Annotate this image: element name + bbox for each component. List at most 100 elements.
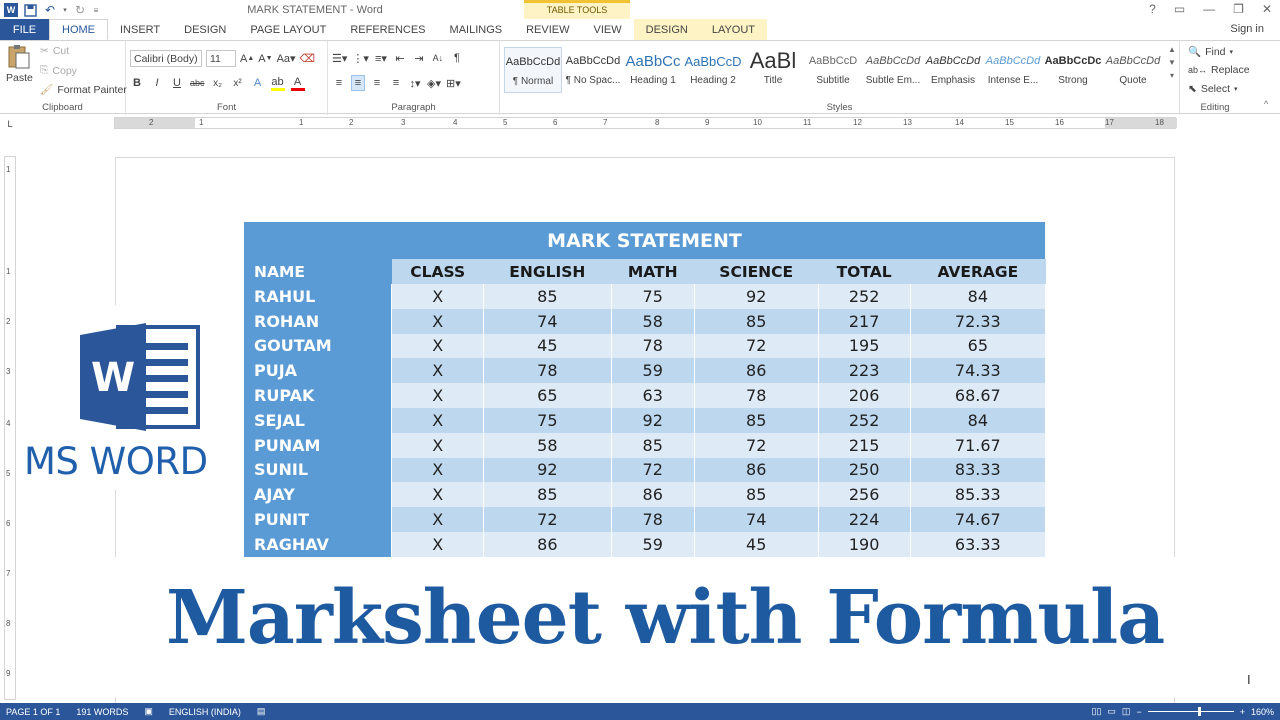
table-cell[interactable]: X [391, 407, 485, 433]
tab-table-layout[interactable]: LAYOUT [699, 19, 768, 40]
sign-in-link[interactable]: Sign in [1230, 23, 1264, 35]
find-button[interactable]: 🔍 Find ▾ [1188, 45, 1233, 59]
language-indicator[interactable]: ENGLISH (INDIA) [169, 707, 241, 717]
align-left-icon[interactable]: ≡ [332, 75, 346, 91]
table-cell[interactable]: 45 [694, 531, 819, 557]
close-icon[interactable]: ✕ [1262, 2, 1272, 16]
ribbon-display-icon[interactable]: ▭ [1174, 2, 1185, 16]
pilcrow-icon[interactable]: ¶ [450, 50, 464, 66]
table-cell[interactable]: 206 [818, 383, 911, 408]
table-cell[interactable]: 86 [611, 482, 695, 508]
header-math[interactable]: MATH [611, 259, 695, 284]
table-cell[interactable]: 85 [483, 482, 612, 508]
header-name[interactable]: NAME [244, 259, 392, 284]
table-cell[interactable]: 78 [483, 358, 612, 384]
italic-icon[interactable]: I [150, 75, 164, 91]
style-subtitle[interactable]: AaBbCcD Subtitle [804, 47, 862, 93]
subscript-icon[interactable]: x₂ [211, 75, 225, 91]
table-cell[interactable]: 78 [611, 333, 695, 359]
borders-icon[interactable]: ⊞▾ [446, 75, 461, 91]
table-cell[interactable]: 75 [611, 284, 695, 309]
collapse-ribbon-icon[interactable]: ^ [1264, 99, 1268, 109]
superscript-icon[interactable]: x² [231, 75, 245, 91]
table-cell[interactable]: X [391, 482, 485, 508]
minimize-icon[interactable]: — [1203, 2, 1215, 16]
tab-file[interactable]: FILE [0, 19, 49, 40]
table-cell[interactable]: 86 [483, 531, 612, 557]
table-cell[interactable]: 58 [483, 432, 612, 458]
table-cell[interactable]: 92 [483, 457, 612, 483]
header-science[interactable]: SCIENCE [694, 259, 819, 284]
table-cell[interactable]: 83.33 [910, 457, 1047, 483]
table-cell[interactable]: X [391, 383, 485, 408]
more-styles-icon[interactable]: ▾ [1170, 71, 1174, 80]
table-cell[interactable]: X [391, 358, 485, 384]
table-cell[interactable]: X [391, 284, 485, 309]
table-cell[interactable]: 72.33 [910, 308, 1047, 334]
copy-button[interactable]: ⎘ Copy [40, 64, 77, 77]
sort-icon[interactable]: A↓ [431, 50, 445, 66]
style-title[interactable]: AaBl Title [744, 47, 802, 93]
table-cell[interactable]: 72 [694, 432, 819, 458]
zoom-in-button[interactable]: + [1240, 707, 1245, 717]
tab-design[interactable]: DESIGN [172, 19, 238, 40]
cut-button[interactable]: ✂ Cut [40, 45, 69, 57]
style-subtle-emphasis[interactable]: AaBbCcDd Subtle Em... [864, 47, 922, 93]
strikethrough-icon[interactable]: abc [190, 75, 205, 91]
proofing-icon[interactable]: ▣ [144, 706, 153, 717]
student-name-cell[interactable]: AJAY [244, 482, 393, 508]
table-cell[interactable]: X [391, 457, 485, 483]
tab-table-design[interactable]: DESIGN [633, 19, 700, 40]
student-name-cell[interactable]: SUNIL [244, 457, 393, 483]
zoom-slider[interactable] [1147, 707, 1234, 716]
table-cell[interactable]: X [391, 308, 485, 334]
grow-font-icon[interactable]: A ▲ [240, 51, 254, 67]
table-cell[interactable]: X [391, 333, 485, 359]
table-cell[interactable]: 65 [483, 383, 612, 408]
shading-icon[interactable]: ◈▾ [427, 75, 441, 91]
table-cell[interactable]: 78 [694, 383, 819, 408]
header-class[interactable]: CLASS [391, 259, 484, 284]
table-cell[interactable]: 217 [818, 308, 911, 334]
style-emphasis[interactable]: AaBbCcDd Emphasis [924, 47, 982, 93]
mark-statement-table[interactable]: MARK STATEMENT NAME CLASS ENGLISH MATH S… [244, 222, 1047, 557]
style-quote[interactable]: AaBbCcDd Quote [1104, 47, 1162, 93]
table-cell[interactable]: 92 [694, 284, 819, 309]
header-average[interactable]: AVERAGE [910, 259, 1046, 284]
word-count[interactable]: 191 WORDS [76, 707, 128, 717]
style-intense-emphasis[interactable]: AaBbCcDd Intense E... [984, 47, 1042, 93]
zoom-slider-thumb[interactable] [1197, 707, 1201, 716]
tab-home[interactable]: HOME [49, 19, 108, 40]
table-cell[interactable]: 250 [818, 457, 911, 483]
student-name-cell[interactable]: PUNAM [244, 432, 393, 458]
vertical-ruler[interactable]: 1 1 2 3 4 5 6 7 8 9 [4, 156, 16, 700]
table-cell[interactable]: 86 [694, 358, 819, 384]
tab-references[interactable]: REFERENCES [338, 19, 437, 40]
header-english[interactable]: ENGLISH [483, 259, 612, 284]
multilevel-list-icon[interactable]: ≡▾ [374, 50, 388, 66]
highlight-icon[interactable]: ab [270, 75, 285, 91]
table-cell[interactable]: 74.67 [910, 507, 1047, 532]
table-cell[interactable]: 84 [910, 284, 1047, 309]
page-count[interactable]: PAGE 1 OF 1 [6, 707, 60, 717]
horizontal-ruler[interactable]: 2 1 1 2 3 4 5 6 7 8 9 10 11 12 13 14 15 … [114, 117, 1177, 129]
scroll-up-icon[interactable]: ▲ [1168, 45, 1176, 54]
read-mode-icon[interactable]: ▯▯ [1092, 706, 1102, 717]
table-cell[interactable]: 85 [611, 432, 695, 458]
table-cell[interactable]: 59 [611, 358, 695, 384]
align-right-icon[interactable]: ≡ [370, 75, 384, 91]
table-cell[interactable]: 195 [818, 333, 911, 359]
table-cell[interactable]: 74 [483, 308, 612, 334]
styles-scroll[interactable]: ▲ ▼ ▾ [1168, 45, 1176, 80]
macro-icon[interactable]: ▤ [257, 706, 266, 717]
table-cell[interactable]: 190 [818, 531, 911, 557]
table-cell[interactable]: 85 [483, 284, 612, 309]
tab-review[interactable]: REVIEW [514, 19, 581, 40]
table-cell[interactable]: 75 [483, 407, 612, 433]
table-cell[interactable]: 252 [818, 407, 911, 433]
zoom-out-button[interactable]: − [1136, 707, 1141, 717]
table-cell[interactable]: 63.33 [910, 531, 1047, 557]
bullets-icon[interactable]: ☰▾ [332, 50, 347, 66]
zoom-level[interactable]: 160% [1251, 707, 1274, 717]
tab-mailings[interactable]: MAILINGS [438, 19, 515, 40]
